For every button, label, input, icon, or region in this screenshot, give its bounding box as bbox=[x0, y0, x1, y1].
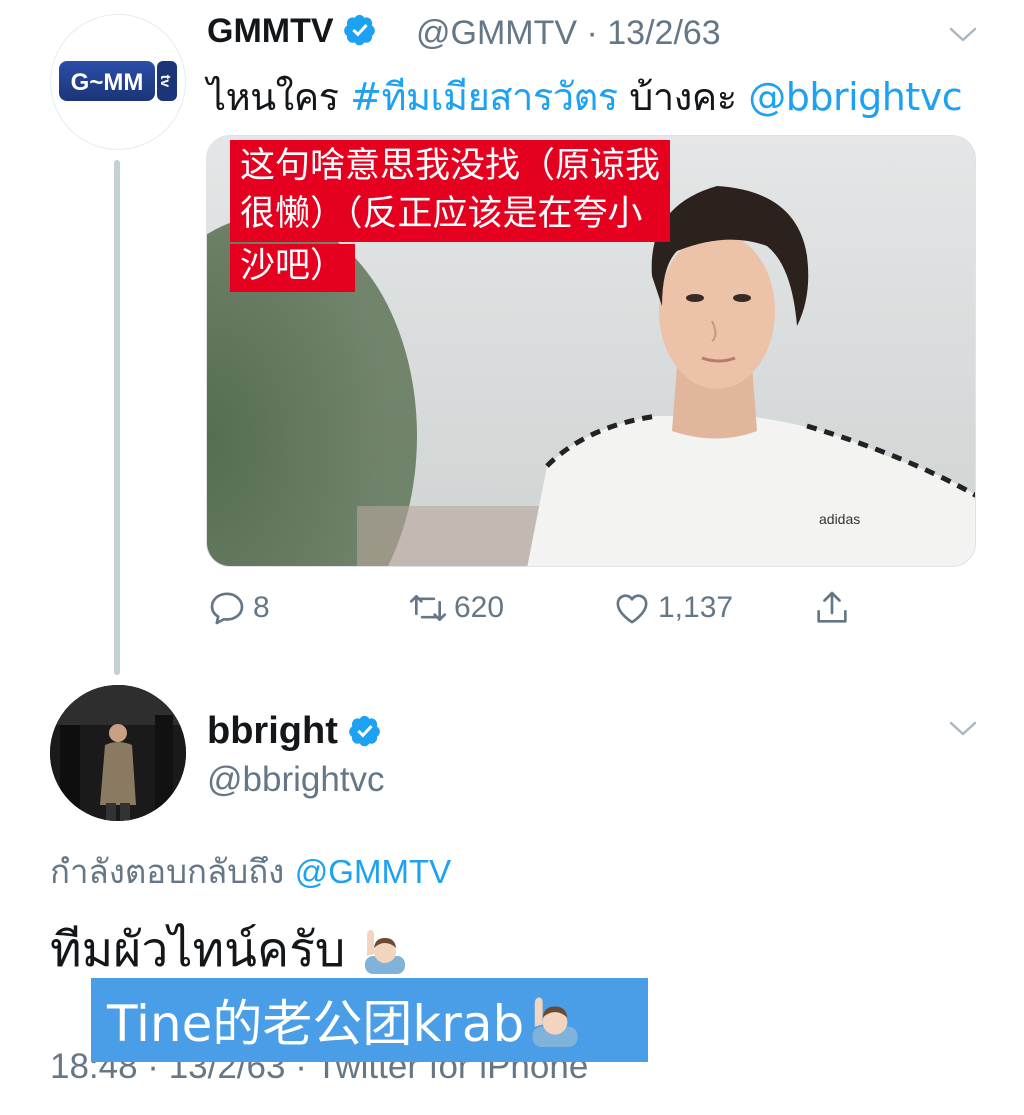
raising-hand-emoji-icon bbox=[364, 930, 405, 974]
translation-line-2: 很懒）（反正应该是在夸小 bbox=[240, 194, 643, 234]
raising-hand-emoji-icon bbox=[532, 997, 578, 1047]
gmmtv-logo-text: G~MM bbox=[71, 69, 144, 96]
tweet1-text-plain: ไหนใคร bbox=[207, 75, 351, 119]
mention-link-bbrightvc[interactable]: @bbrightvc bbox=[748, 75, 962, 119]
like-button[interactable]: 1,137 bbox=[612, 588, 733, 628]
like-count: 1,137 bbox=[658, 591, 734, 624]
share-icon bbox=[817, 591, 847, 623]
share-button[interactable] bbox=[812, 588, 858, 628]
retweet-count: 620 bbox=[454, 591, 505, 624]
tweet2-author-name[interactable]: bbright bbox=[207, 710, 338, 752]
retweet-button[interactable]: 620 bbox=[408, 588, 504, 628]
tweet1-author-name[interactable]: GMMTV bbox=[207, 12, 334, 50]
tweet2-text-body: ทีมผัวไทน์ครับ bbox=[50, 922, 346, 978]
tweet2-author[interactable]: bbright bbox=[207, 710, 382, 753]
thread-connector-line bbox=[114, 160, 120, 675]
chevron-down-icon[interactable] bbox=[948, 720, 978, 738]
like-icon bbox=[616, 594, 648, 624]
replying-to-label: กำลังตอบกลับถึง bbox=[50, 852, 295, 891]
translation-line-3: 沙吧） bbox=[230, 244, 356, 292]
tweet1-text: ไหนใคร #ทีมเมียสารวัตร บ้างคะ @bbrightvc bbox=[207, 66, 963, 127]
translation-overlay-red: 这句啥意思我没找（原谅我 很懒）（反正应该是在夸小 bbox=[230, 140, 671, 242]
tweet2-handle[interactable]: @bbrightvc bbox=[207, 760, 385, 800]
retweet-icon bbox=[410, 595, 446, 621]
tweet2-text: ทีมผัวไทน์ครับ bbox=[50, 912, 409, 988]
reply-button[interactable]: 8 bbox=[207, 588, 270, 628]
gmmtv-logo-icon: G~MM tv bbox=[59, 61, 177, 101]
hashtag-link[interactable]: #ทีมเมียสารวัตร bbox=[350, 75, 618, 119]
gmmtv-logo-tv-text: tv bbox=[158, 75, 174, 88]
translation-overlay-blue: Tine的老公团krab bbox=[91, 978, 648, 1062]
svg-text:adidas: adidas bbox=[819, 511, 860, 527]
bbright-avatar-photo bbox=[50, 685, 186, 821]
chevron-down-icon[interactable] bbox=[948, 26, 978, 44]
verified-badge-icon bbox=[349, 715, 381, 747]
tweet1-author[interactable]: GMMTV bbox=[207, 12, 377, 51]
reply-icon bbox=[210, 592, 244, 625]
translation-overlay-blue-text: Tine的老公团krab bbox=[107, 995, 525, 1053]
translation-line-1: 这句啥意思我没找（原谅我 bbox=[240, 146, 661, 186]
mention-link-gmmtv[interactable]: @GMMTV bbox=[295, 853, 451, 890]
gmmtv-avatar[interactable]: G~MM tv bbox=[50, 14, 186, 150]
verified-badge-icon bbox=[344, 14, 375, 46]
replying-to: กำลังตอบกลับถึง @GMMTV bbox=[50, 845, 451, 898]
tweet1-handle-time[interactable]: @GMMTV · 13/2/63 bbox=[416, 14, 721, 53]
reply-count: 8 bbox=[253, 591, 270, 624]
tweet1-text-mid: บ้างคะ bbox=[617, 75, 749, 119]
bbright-avatar[interactable] bbox=[50, 685, 186, 821]
